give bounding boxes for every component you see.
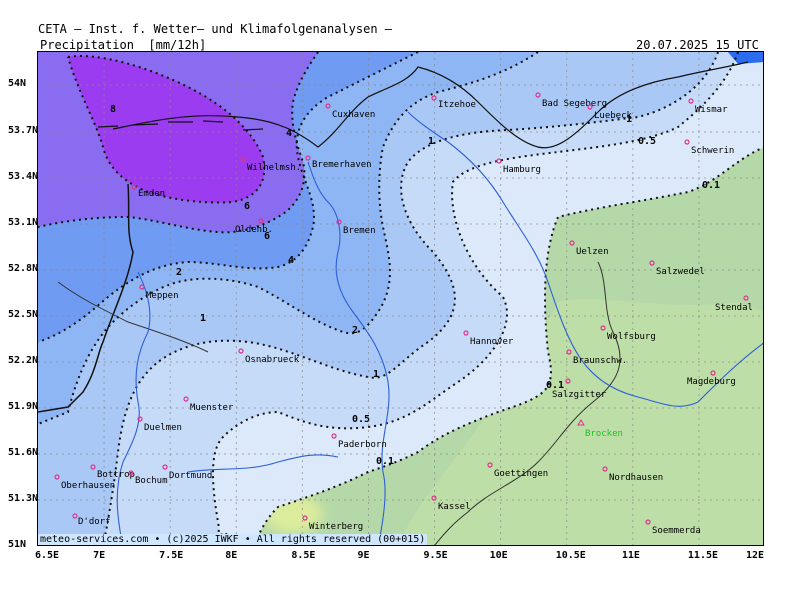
latitude-tick-label: 52.8N (8, 263, 39, 274)
city-label: Winterberg (309, 522, 363, 532)
contour-label: 0.5 (638, 136, 656, 147)
city-label: Bremerhaven (312, 160, 372, 170)
city-label: Wilhelmsh. (247, 163, 301, 173)
latitude-tick-label: 51.3N (8, 493, 39, 504)
latitude-tick-label: 53.1N (8, 217, 39, 228)
city-label: Wolfsburg (607, 332, 656, 342)
contour-label: 0.1 (376, 456, 394, 467)
contour-label: 1 (428, 136, 434, 147)
contour-label: 1 (373, 369, 379, 380)
city-label: Kassel (438, 502, 471, 512)
city-label: Salzgitter (552, 390, 607, 400)
city-label: Muenster (190, 403, 234, 413)
contour-label: 1 (200, 313, 206, 324)
contour-label: 0.5 (352, 414, 370, 425)
city-label: Uelzen (576, 247, 609, 257)
city-label: Magdeburg (687, 377, 736, 387)
city-label: Wismar (695, 105, 728, 115)
city-label: Bochum (135, 476, 168, 486)
city-label: Dortmund (169, 471, 212, 481)
latitude-tick-label: 51N (8, 539, 27, 550)
latitude-tick-label: 51.6N (8, 447, 39, 458)
contour-label: 2 (352, 325, 358, 336)
latitude-tick-label: 52.5N (8, 309, 39, 320)
city-label: Soemmerda (652, 526, 701, 536)
city-label: Osnabrueck (245, 355, 300, 365)
contour-label: 4 (286, 128, 292, 139)
city-label: Bremen (343, 226, 376, 236)
map-source-title: CETA – Inst. f. Wetter– und Klimafolgena… (38, 22, 393, 36)
city-label: Goettingen (494, 469, 548, 479)
city-label: D'dorf (78, 517, 111, 527)
latitude-tick-label: 53.7N (8, 125, 39, 136)
latitude-tick-label: 52.2N (8, 355, 39, 366)
latitude-tick-label: 51.9N (8, 401, 39, 412)
city-label: Hamburg (503, 165, 541, 175)
city-label: Hannover (470, 337, 514, 347)
latitude-tick-label: 53.4N (8, 171, 39, 182)
longitude-tick-label: 9E (357, 550, 370, 561)
longitude-tick-label: 11.5E (687, 550, 719, 561)
copyright-footer: meteo-services.com • (c)2025 IWKF • All … (38, 534, 428, 545)
city-label: Braunschw. (573, 356, 627, 366)
city-label: Salzwedel (656, 267, 705, 277)
city-label: Emden (138, 189, 165, 199)
contour-label: 2 (176, 267, 182, 278)
city-label: Itzehoe (438, 100, 476, 110)
contour-label: 6 (244, 201, 250, 212)
city-label: Bad Segeberg (542, 99, 607, 109)
longitude-tick-label: 12E (746, 550, 765, 561)
valid-time-label: 20.07.2025 15 UTC (636, 38, 759, 52)
longitude-tick-label: 7.5E (159, 550, 184, 561)
city-label: Meppen (146, 291, 179, 301)
longitude-tick-label: 7E (93, 550, 106, 561)
precipitation-map[interactable]: 8 6 6 4 4 2 2 1 1 1 1 0.5 0.5 0.1 0.1 0.1 Cuxhaven Itzeh… (37, 51, 764, 546)
city-label: Stendal (715, 303, 753, 313)
contour-label: 4 (288, 255, 294, 266)
city-label: Cuxhaven (332, 110, 375, 120)
city-label: Schwerin (691, 146, 734, 156)
longitude-tick-label: 6.5E (35, 550, 60, 561)
variable-label: Precipitation [mm/12h] (40, 38, 207, 52)
contour-label: 8 (110, 104, 116, 115)
contour-label: 0.1 (702, 180, 720, 191)
longitude-tick-label: 10.5E (555, 550, 586, 561)
city-label: Paderborn (338, 440, 387, 450)
longitude-tick-label: 10E (489, 550, 508, 561)
longitude-tick-label: 11E (621, 550, 640, 561)
city-label: Duelmen (144, 423, 182, 433)
city-label: Nordhausen (609, 473, 663, 483)
longitude-tick-label: 8E (225, 550, 238, 561)
city-label: Oldenb. (235, 225, 273, 235)
city-label: Oberhausen (61, 481, 115, 491)
city-label: Brocken (585, 429, 623, 439)
city-label: Luebeck (594, 111, 633, 121)
latitude-tick-label: 54N (8, 78, 27, 89)
longitude-tick-label: 9.5E (423, 550, 448, 561)
map-canvas: 866442211110.50.50.10.10.1 CuxhavenItzeh… (38, 52, 763, 545)
longitude-tick-label: 8.5E (291, 550, 316, 561)
